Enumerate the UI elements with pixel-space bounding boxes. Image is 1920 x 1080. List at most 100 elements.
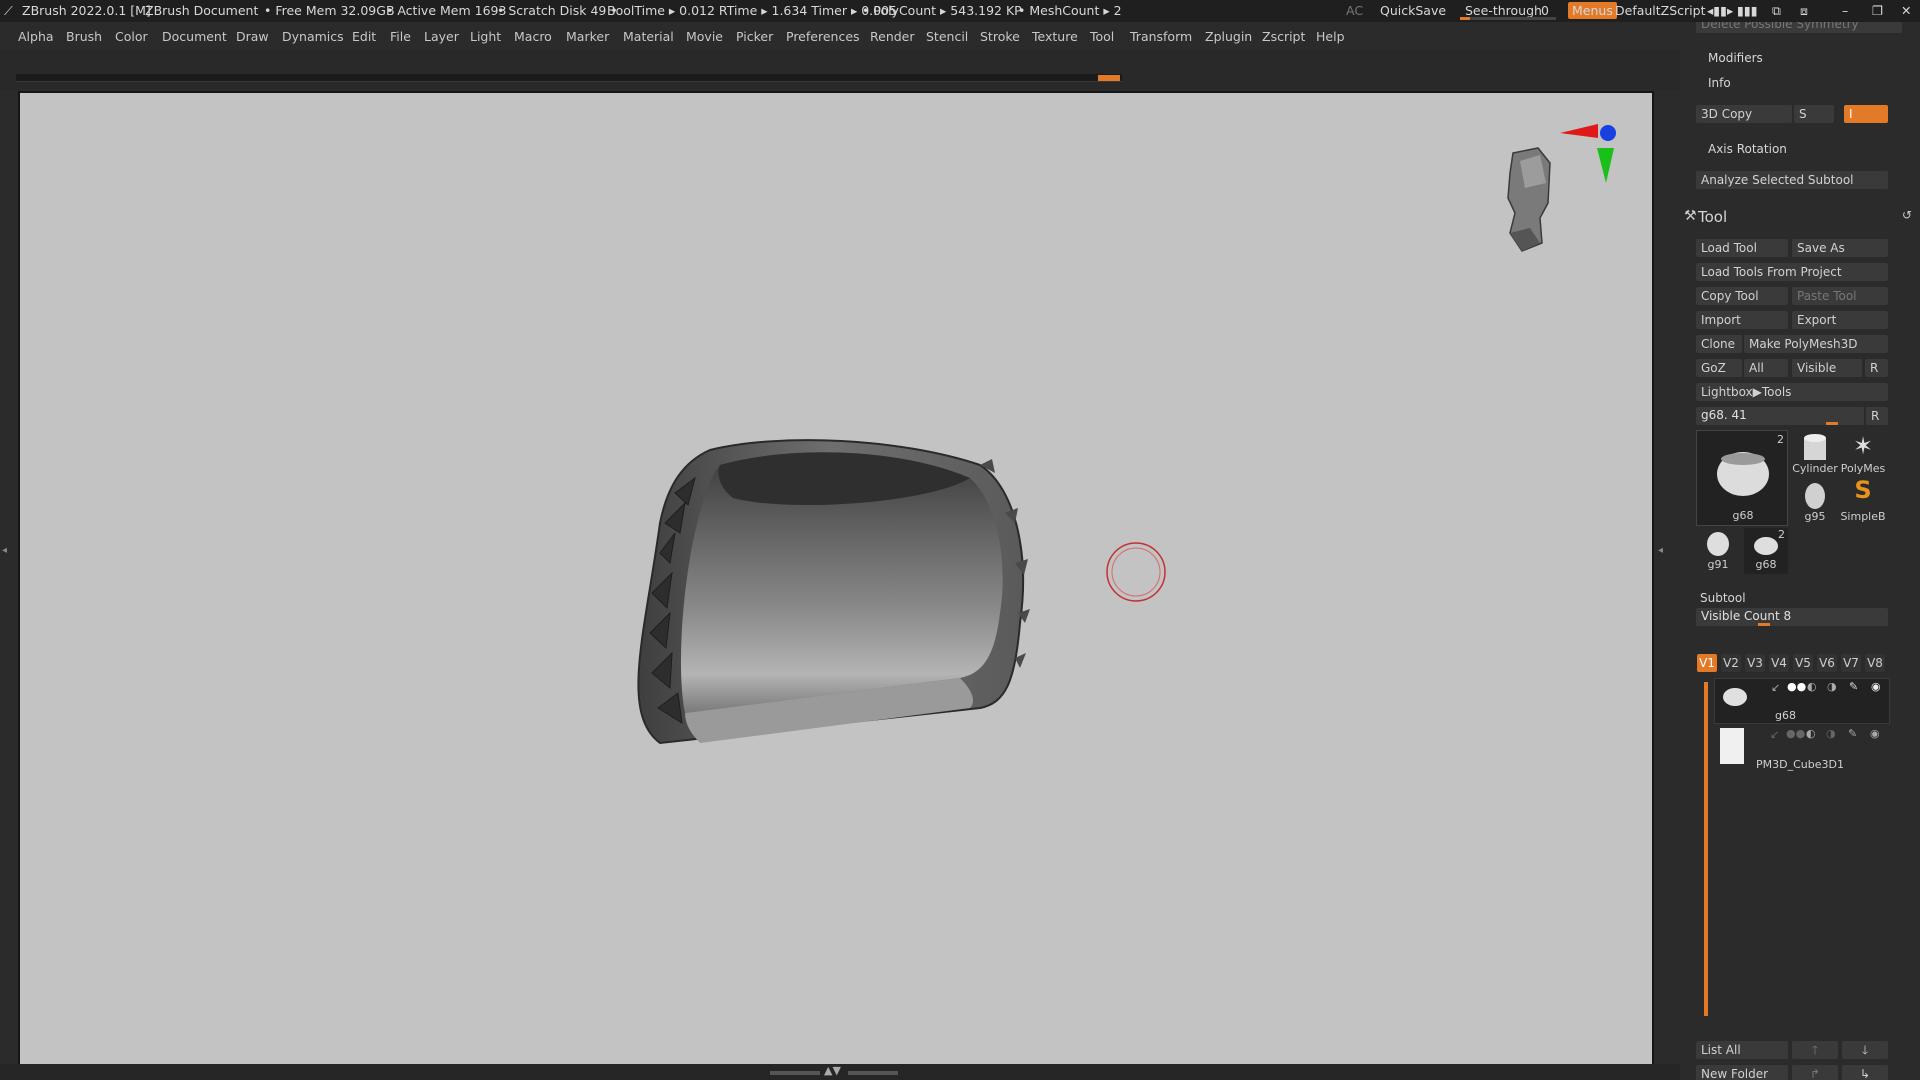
timeline-track[interactable]	[16, 74, 1122, 82]
swap-icon[interactable]: ⧈	[1800, 3, 1808, 19]
interface-icon[interactable]: ▮▮▮	[1737, 3, 1758, 18]
menus-button[interactable]: Menus	[1568, 2, 1617, 19]
tab-v1[interactable]: V1	[1697, 654, 1717, 672]
navigation-head-gizmo[interactable]	[1507, 147, 1551, 252]
menu-stroke[interactable]: Stroke	[980, 29, 1020, 44]
menu-marker[interactable]: Marker	[566, 29, 609, 44]
restore-icon[interactable]: ❐	[1872, 3, 1883, 18]
subtool-g68-polypaint-icon[interactable]: ◐	[1807, 680, 1817, 693]
tab-v7[interactable]: V7	[1841, 654, 1861, 672]
menu-material[interactable]: Material	[623, 29, 674, 44]
menu-preferences[interactable]: Preferences	[786, 29, 860, 44]
analyze-subtool-button[interactable]: Analyze Selected Subtool	[1696, 171, 1888, 189]
current-tool-slider[interactable]: g68. 41	[1696, 407, 1864, 425]
subtool-g68-arrow-icon[interactable]: ↙	[1771, 681, 1780, 694]
tab-v5[interactable]: V5	[1793, 654, 1813, 672]
axis-rotation-label[interactable]: Axis Rotation	[1708, 142, 1787, 156]
subtool-cube-material-icon[interactable]: ◑	[1826, 727, 1836, 740]
timeline-marker[interactable]	[1098, 75, 1120, 81]
s-button[interactable]: S	[1794, 105, 1834, 123]
info-label[interactable]: Info	[1708, 76, 1731, 90]
tab-v2[interactable]: V2	[1721, 654, 1741, 672]
import-button[interactable]: Import	[1696, 311, 1788, 329]
menu-macro[interactable]: Macro	[514, 29, 552, 44]
mesh-bowl[interactable]	[637, 439, 1030, 745]
goz-visible-button[interactable]: Visible	[1792, 359, 1862, 377]
subtool-g68-dots-icon[interactable]: ●●	[1787, 680, 1806, 693]
subtool-g68-brush-icon[interactable]: ✎	[1849, 680, 1858, 693]
menu-transform[interactable]: Transform	[1130, 29, 1192, 44]
subtool-row-pm3d-cube[interactable]: ↙ ●● ◐ ◑ ✎ ◉ PM3D_Cube3D1	[1714, 726, 1890, 772]
default-zscript-button[interactable]: DefaultZScript	[1615, 3, 1706, 18]
tool-thumbnail-simplebrush[interactable]: S SimpleB	[1840, 476, 1886, 526]
menu-picker[interactable]: Picker	[736, 29, 773, 44]
menu-help[interactable]: Help	[1316, 29, 1345, 44]
document-canvas[interactable]	[18, 91, 1654, 1067]
left-tray-arrow-icon[interactable]: ◂	[2, 545, 7, 556]
tool-thumbnail-g68-small[interactable]: 2 g68	[1744, 528, 1788, 574]
goz-all-button[interactable]: All	[1744, 359, 1788, 377]
axis-x-arrow-icon[interactable]	[1560, 124, 1598, 138]
ac-label[interactable]: AC	[1346, 3, 1363, 18]
axis-z-dot-icon[interactable]	[1600, 125, 1616, 141]
subtool-g68-material-icon[interactable]: ◑	[1827, 680, 1837, 693]
tool-thumbnail-g68[interactable]: 2 g68	[1696, 430, 1788, 526]
subtool-cube-arrow-icon[interactable]: ↙	[1770, 728, 1779, 741]
subtool-row-g68[interactable]: ↙ ●● ◐ ◑ ✎ ◉ g68	[1714, 678, 1890, 724]
goz-r-button[interactable]: R	[1865, 359, 1888, 377]
subtool-cube-brush-icon[interactable]: ✎	[1848, 727, 1857, 740]
menu-brush[interactable]: Brush	[66, 29, 102, 44]
menu-texture[interactable]: Texture	[1032, 29, 1078, 44]
subtool-cube-eye-icon[interactable]: ◉	[1870, 727, 1880, 740]
tab-v8[interactable]: V8	[1865, 654, 1885, 672]
menu-alpha[interactable]: Alpha	[18, 29, 54, 44]
see-through-slider[interactable]	[1460, 17, 1556, 20]
menu-document[interactable]: Document	[162, 29, 227, 44]
menu-dynamics[interactable]: Dynamics	[282, 29, 344, 44]
paste-tool-button[interactable]: Paste Tool	[1792, 287, 1888, 305]
folder-enter-icon[interactable]: ↳	[1842, 1065, 1888, 1080]
tab-v6[interactable]: V6	[1817, 654, 1837, 672]
menu-light[interactable]: Light	[470, 29, 501, 44]
move-up-icon[interactable]: 🡑	[1792, 1041, 1838, 1059]
menu-zscript[interactable]: Zscript	[1262, 29, 1305, 44]
tool-thumbnail-polymesh[interactable]: ✶ PolyMes	[1840, 432, 1886, 478]
clone-button[interactable]: Clone	[1696, 335, 1742, 353]
see-through-label[interactable]: See-through	[1465, 3, 1542, 18]
layout-icon[interactable]: ◂▮▮▸	[1707, 3, 1733, 18]
goz-button[interactable]: GoZ	[1696, 359, 1742, 377]
copy3d-button[interactable]: 3D Copy	[1696, 105, 1792, 123]
menu-zplugin[interactable]: Zplugin	[1205, 29, 1252, 44]
delete-symmetry-button[interactable]: Delete Possible Symmetry	[1696, 22, 1902, 33]
quicksave-button[interactable]: QuickSave	[1380, 3, 1446, 18]
subtool-cube-dots-icon[interactable]: ●●	[1786, 727, 1805, 740]
export-button[interactable]: Export	[1792, 311, 1888, 329]
i-field[interactable]: I	[1844, 105, 1888, 123]
make-polymesh3d-button[interactable]: Make PolyMesh3D	[1744, 335, 1888, 353]
load-tool-button[interactable]: Load Tool	[1696, 239, 1788, 257]
menu-render[interactable]: Render	[870, 29, 915, 44]
tool-thumbnail-cylinder[interactable]: Cylinder	[1792, 432, 1838, 478]
lightbox-tools-button[interactable]: Lightbox▶Tools	[1696, 383, 1888, 401]
subtool-scrollbar[interactable]	[1704, 682, 1708, 1016]
subtool-title[interactable]: Subtool	[1700, 591, 1746, 605]
move-down-icon[interactable]: 🡓	[1842, 1041, 1888, 1059]
reset-icon[interactable]: ↺	[1902, 208, 1912, 222]
load-tools-from-project-button[interactable]: Load Tools From Project	[1696, 263, 1888, 281]
tool-thumbnail-g95[interactable]: g95	[1792, 480, 1838, 526]
tab-v4[interactable]: V4	[1769, 654, 1789, 672]
close-icon[interactable]: ✕	[1901, 3, 1911, 18]
menu-file[interactable]: File	[390, 29, 411, 44]
tool-palette-title[interactable]: Tool	[1698, 208, 1727, 226]
menu-layer[interactable]: Layer	[424, 29, 459, 44]
subtool-g68-eye-icon[interactable]: ◉	[1871, 680, 1881, 693]
menu-color[interactable]: Color	[115, 29, 148, 44]
menu-stencil[interactable]: Stencil	[926, 29, 968, 44]
tab-v3[interactable]: V3	[1745, 654, 1765, 672]
minimize-icon[interactable]: –	[1842, 3, 1848, 18]
menu-movie[interactable]: Movie	[686, 29, 723, 44]
tool-r-button[interactable]: R	[1866, 407, 1888, 425]
windows-icon[interactable]: ⧉	[1772, 3, 1781, 19]
tool-thumbnail-g91[interactable]: g91	[1696, 528, 1740, 574]
save-as-button[interactable]: Save As	[1792, 239, 1888, 257]
